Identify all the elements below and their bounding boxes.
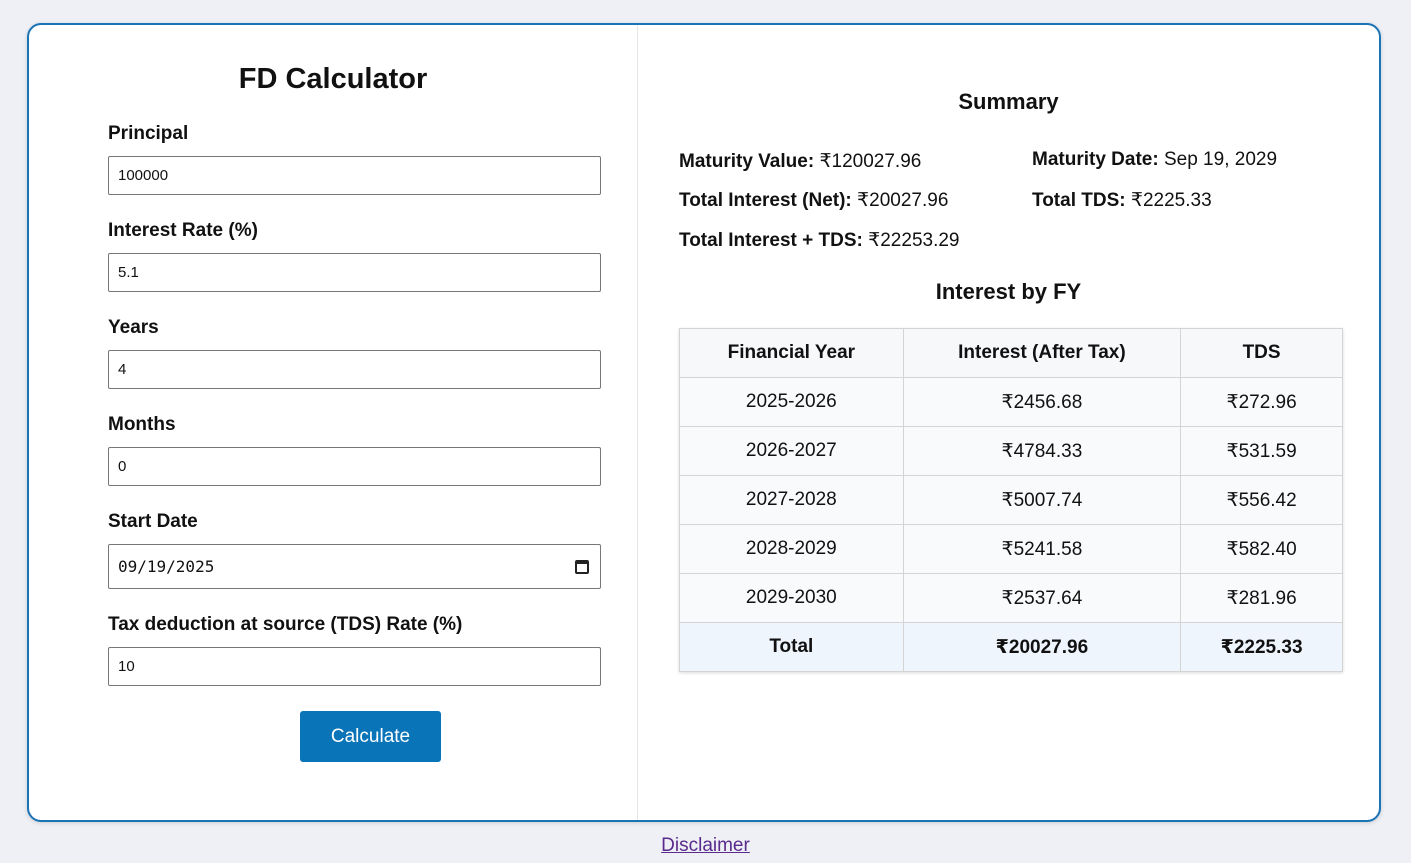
tds-rate-value: 10	[118, 658, 135, 675]
input-panel: FD Calculator Principal 100000 Interest …	[29, 25, 638, 820]
table-row: 2026-2027 ₹4784.33 ₹531.59	[679, 426, 1343, 476]
total-interest-tds-label: Total Interest + TDS:	[679, 230, 863, 251]
maturity-date-label: Maturity Date:	[1032, 149, 1159, 170]
disclaimer-link[interactable]: Disclaimer	[661, 835, 750, 856]
footer: Disclaimer	[0, 835, 1411, 857]
rate-input[interactable]: 5.1	[108, 253, 601, 292]
maturity-value: Maturity Value: ₹120027.96	[679, 150, 921, 173]
tds-rate-input[interactable]: 10	[108, 647, 601, 686]
start-date-value: 09/19/2025	[118, 557, 215, 576]
total-interest-tds: Total Interest + TDS: ₹22253.29	[679, 229, 960, 252]
fy-cell: 2027-2028	[679, 475, 904, 525]
fy-table-title: Interest by FY	[935, 279, 1082, 304]
table-row: 2025-2026 ₹2456.68 ₹272.96	[679, 377, 1343, 427]
total-interest-net-value: ₹20027.96	[857, 190, 949, 211]
total-tds-label: Total TDS:	[1032, 190, 1126, 211]
principal-label: Principal	[108, 123, 189, 144]
interest-cell: ₹2537.64	[902, 573, 1182, 623]
maturity-value-amount: ₹120027.96	[819, 151, 922, 172]
table-total-row: Total ₹20027.96 ₹2225.33	[679, 622, 1343, 672]
total-tds-cell: ₹2225.33	[1180, 622, 1343, 672]
column-header: Interest (After Tax)	[902, 328, 1182, 378]
maturity-date-value: Sep 19, 2029	[1163, 149, 1278, 170]
maturity-date: Maturity Date: Sep 19, 2029	[1032, 149, 1277, 171]
results-panel: Summary Maturity Value: ₹120027.96 Matur…	[638, 25, 1379, 820]
total-interest-net: Total Interest (Net): ₹20027.96	[679, 189, 948, 212]
tds-rate-label: Tax deduction at source (TDS) Rate (%)	[108, 614, 463, 635]
total-interest-net-label: Total Interest (Net):	[679, 190, 852, 211]
tds-cell: ₹272.96	[1180, 377, 1343, 427]
total-interest-tds-value: ₹22253.29	[868, 230, 960, 251]
fy-cell: 2028-2029	[679, 524, 904, 574]
summary-title: Summary	[958, 89, 1059, 114]
total-interest-cell: ₹20027.96	[902, 622, 1182, 672]
interest-cell: ₹2456.68	[902, 377, 1182, 427]
start-date-label: Start Date	[108, 511, 198, 532]
start-date-input[interactable]: 09/19/2025	[108, 544, 601, 589]
fy-cell: 2026-2027	[679, 426, 904, 476]
interest-cell: ₹4784.33	[902, 426, 1182, 476]
interest-cell: ₹5007.74	[902, 475, 1182, 525]
fy-table: Financial Year Interest (After Tax) TDS …	[679, 328, 1343, 672]
years-input[interactable]: 4	[108, 350, 601, 389]
calculate-button[interactable]: Calculate	[300, 711, 441, 762]
interest-cell: ₹5241.58	[902, 524, 1182, 574]
tds-cell: ₹556.42	[1180, 475, 1343, 525]
months-input[interactable]: 0	[108, 447, 601, 486]
table-row: 2029-2030 ₹2537.64 ₹281.96	[679, 573, 1343, 623]
calendar-icon[interactable]	[575, 559, 589, 574]
months-label: Months	[108, 414, 176, 435]
table-header-row: Financial Year Interest (After Tax) TDS	[679, 328, 1343, 378]
maturity-value-label: Maturity Value:	[679, 151, 815, 172]
total-tds: Total TDS: ₹2225.33	[1032, 189, 1212, 212]
years-label: Years	[108, 317, 159, 338]
table-row: 2027-2028 ₹5007.74 ₹556.42	[679, 475, 1343, 525]
principal-input[interactable]: 100000	[108, 156, 601, 195]
fy-cell: 2025-2026	[679, 377, 904, 427]
years-value: 4	[118, 361, 127, 378]
column-header: TDS	[1180, 328, 1343, 378]
column-header: Financial Year	[679, 328, 904, 378]
fy-cell: 2029-2030	[679, 573, 904, 623]
rate-value: 5.1	[118, 264, 139, 281]
total-label-cell: Total	[679, 622, 904, 672]
months-value: 0	[118, 458, 127, 475]
page-title: FD Calculator	[238, 63, 428, 95]
tds-cell: ₹582.40	[1180, 524, 1343, 574]
total-tds-value: ₹2225.33	[1130, 190, 1212, 211]
principal-value: 100000	[118, 167, 169, 184]
calculator-card: FD Calculator Principal 100000 Interest …	[27, 23, 1381, 822]
table-row: 2028-2029 ₹5241.58 ₹582.40	[679, 524, 1343, 574]
rate-label: Interest Rate (%)	[108, 220, 258, 241]
tds-cell: ₹281.96	[1180, 573, 1343, 623]
tds-cell: ₹531.59	[1180, 426, 1343, 476]
